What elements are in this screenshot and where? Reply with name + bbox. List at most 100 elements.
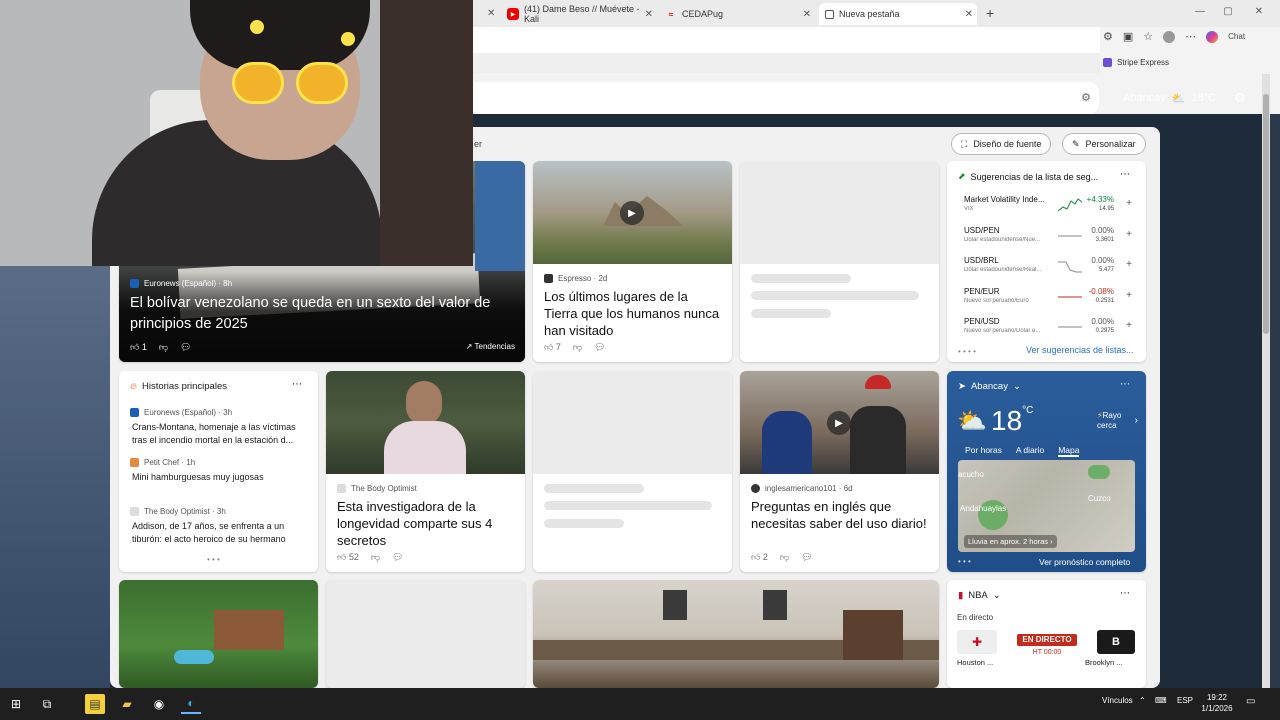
more-options-icon[interactable]: ⋯ bbox=[1120, 169, 1130, 180]
page-scrollbar[interactable] bbox=[1262, 74, 1270, 688]
play-icon[interactable]: ▶ bbox=[620, 201, 644, 225]
add-to-watchlist-icon[interactable]: + bbox=[1126, 229, 1132, 240]
comment-button[interactable]: 💬︎ bbox=[594, 342, 605, 353]
news-title[interactable]: Preguntas en inglés que necesitas saber … bbox=[751, 498, 929, 532]
add-to-watchlist-icon[interactable]: + bbox=[1126, 198, 1132, 209]
petitchef-logo bbox=[130, 458, 139, 467]
market-row[interactable]: USD/PEN Dólar estadounidense/Nue... 0.00% 3… bbox=[964, 226, 1134, 254]
market-row[interactable]: Market Volatility Inde... VIX +4.33% 14.95 + bbox=[964, 195, 1134, 223]
news-title[interactable]: Los últimos lugares de la Tierra que los… bbox=[544, 288, 722, 339]
chevron-up-icon[interactable]: ⌃ bbox=[1139, 696, 1146, 705]
dislike-button[interactable]: 👎︎ bbox=[780, 552, 789, 563]
more-icon[interactable]: ⋯ bbox=[1185, 30, 1196, 43]
feed-nav-link[interactable]: er bbox=[474, 139, 482, 149]
news-card-longevity[interactable]: The Body Optimist Esta investigadora de … bbox=[326, 371, 525, 572]
chat-label[interactable]: Chat bbox=[1228, 32, 1245, 41]
story-link[interactable]: Addison, de 17 años, se enfrenta a un ti… bbox=[132, 520, 310, 546]
notification-icon[interactable]: ▭ bbox=[1246, 696, 1255, 707]
carousel-dots[interactable]: • • • • bbox=[958, 347, 976, 356]
close-icon[interactable]: ✕ bbox=[803, 9, 811, 20]
rain-forecast[interactable]: Lluvia en aprox. 2 horas › bbox=[964, 535, 1057, 548]
add-to-watchlist-icon[interactable]: + bbox=[1126, 259, 1132, 270]
full-forecast-link[interactable]: Ver pronóstico completo bbox=[1039, 557, 1130, 567]
tab-cedapug[interactable]: ≈ CEDAPug ✕ bbox=[665, 3, 815, 25]
gear-icon[interactable]: ⚙ bbox=[1081, 91, 1091, 104]
nba-game[interactable]: ✚ B EN DIRECTO HT 00:00 Houston ... Broo… bbox=[957, 630, 1136, 670]
carousel-dots[interactable]: • • • bbox=[207, 555, 220, 564]
links-toolbar[interactable]: Vínculos bbox=[1102, 696, 1133, 705]
comment-button[interactable]: 💬︎ bbox=[392, 552, 403, 563]
like-button[interactable]: 👍︎ 1 bbox=[130, 342, 147, 353]
settings-gear-icon[interactable]: ⚙ bbox=[1234, 90, 1246, 106]
copilot-icon[interactable] bbox=[1206, 30, 1219, 43]
watchlist-suggestions-link[interactable]: Ver sugerencias de listas... bbox=[1026, 345, 1134, 355]
task-view-icon[interactable]: ⧉ bbox=[37, 694, 57, 714]
like-button[interactable]: 👍︎ 2 bbox=[751, 552, 768, 563]
market-row[interactable]: USD/BRL Dólar estadounidense/Real... 0.00%… bbox=[964, 256, 1134, 284]
language-indicator[interactable]: ESP bbox=[1177, 696, 1193, 705]
news-card-espresso[interactable]: ▶ Espresso · 2d Los últimos lugares de l… bbox=[533, 161, 732, 362]
weather-map[interactable]: acucho Andahuaylas Cuzco Lluvia en aprox… bbox=[958, 460, 1135, 552]
market-row[interactable]: PEN/EUR Nuevo sol peruano/Euro -0.08% 0.253… bbox=[964, 287, 1134, 315]
weather-header[interactable]: ➤ Abancay ⌄ bbox=[958, 381, 1021, 392]
keyboard-icon[interactable]: ⌨ bbox=[1155, 696, 1167, 705]
news-title[interactable]: Esta investigadora de la longevidad comp… bbox=[337, 498, 515, 549]
tab-daily[interactable]: A diario bbox=[1016, 445, 1044, 457]
edge-icon[interactable]: ◐ bbox=[181, 694, 201, 714]
news-title[interactable]: El bolívar venezolano se queda en un sex… bbox=[130, 293, 515, 335]
more-options-icon[interactable]: ⋯ bbox=[292, 379, 302, 390]
like-button[interactable]: 👍︎ 7 bbox=[544, 342, 561, 353]
close-icon[interactable]: ✕ bbox=[645, 9, 653, 20]
header-weather[interactable]: Abancay ⛅ 18°C ⚙ bbox=[1123, 90, 1246, 106]
address-bar[interactable] bbox=[473, 27, 1100, 53]
clock[interactable]: 19:22 1/1/2026 bbox=[1198, 692, 1236, 714]
personalize-button[interactable]: ✎ Personalizar bbox=[1062, 133, 1146, 155]
dislike-button[interactable]: 👎︎ bbox=[371, 552, 380, 563]
maximize-button[interactable]: ▢ bbox=[1221, 6, 1235, 17]
carousel-dots[interactable]: • • • bbox=[958, 557, 971, 566]
news-card-english[interactable]: ▶ inglesamericano101 · 6d Preguntas en i… bbox=[740, 371, 939, 572]
tab-new-tab[interactable]: Nueva pestaña ✕ bbox=[819, 3, 977, 25]
tab-map[interactable]: Mapa bbox=[1058, 445, 1080, 457]
more-options-icon[interactable]: ⋯ bbox=[1120, 588, 1130, 599]
dislike-button[interactable]: 👎︎ bbox=[573, 342, 582, 353]
font-design-button[interactable]: ⛶ Diseño de fuente bbox=[951, 133, 1052, 155]
favorites-icon[interactable]: ☆ bbox=[1143, 30, 1153, 43]
weather-alert[interactable]: ⚡Rayo cerca bbox=[1097, 411, 1131, 431]
scrollbar-thumb[interactable] bbox=[1263, 94, 1269, 334]
add-to-watchlist-icon[interactable]: + bbox=[1126, 320, 1132, 331]
file-explorer-icon[interactable]: ▰ bbox=[117, 694, 137, 714]
comment-button[interactable]: 💬︎ bbox=[180, 342, 191, 353]
new-tab-button[interactable]: + bbox=[986, 5, 994, 21]
favorite-stripe-express[interactable]: Stripe Express bbox=[1103, 58, 1169, 67]
sticky-notes-icon[interactable]: ▤ bbox=[85, 694, 105, 714]
market-row[interactable]: PEN/USD Nuevo sol peruano/Dólar e... 0.00%… bbox=[964, 317, 1134, 345]
comment-button[interactable]: 💬︎ bbox=[801, 552, 812, 563]
market-symbol: PEN/USD bbox=[964, 317, 1000, 326]
play-icon[interactable]: ▶ bbox=[827, 411, 851, 435]
dislike-button[interactable]: 👎︎ bbox=[159, 342, 168, 353]
minimize-button[interactable]: — bbox=[1193, 6, 1207, 17]
chevron-right-icon[interactable]: › bbox=[1135, 415, 1138, 426]
obs-icon[interactable]: ◉ bbox=[149, 694, 169, 714]
extensions-icon[interactable]: ⚙ bbox=[1103, 30, 1113, 43]
story-link[interactable]: Mini hamburguesas muy jugosas bbox=[132, 471, 310, 484]
pdf-icon[interactable]: ▣ bbox=[1123, 30, 1133, 43]
skeleton-line bbox=[751, 291, 919, 300]
tab-youtube[interactable]: ▶ (41) Dame Beso // Muévete - Kali ✕ bbox=[507, 3, 657, 25]
tab-hourly[interactable]: Por horas bbox=[965, 445, 1002, 457]
story-link[interactable]: Crans-Montana, homenaje a las víctimas t… bbox=[132, 421, 310, 447]
nba-header[interactable]: ▮ NBA ⌄ bbox=[958, 590, 1001, 601]
close-window-button[interactable]: ✕ bbox=[1252, 6, 1266, 17]
weather-widget[interactable]: ➤ Abancay ⌄ ⋯ ⛅ 18°C ⚡Rayo cerca › Por h… bbox=[947, 371, 1146, 572]
add-to-watchlist-icon[interactable]: + bbox=[1126, 290, 1132, 301]
close-icon[interactable]: ✕ bbox=[487, 8, 495, 19]
profile-icon[interactable] bbox=[1163, 30, 1176, 43]
news-card-villa[interactable] bbox=[119, 580, 318, 688]
like-button[interactable]: 👍︎ 52 bbox=[337, 552, 359, 563]
close-icon[interactable]: ✕ bbox=[965, 9, 973, 20]
start-icon[interactable]: ⊞ bbox=[6, 694, 26, 714]
more-options-icon[interactable]: ⋯ bbox=[1120, 379, 1130, 390]
news-card-building[interactable] bbox=[533, 580, 939, 688]
web-search-box[interactable]: ⚙ bbox=[473, 82, 1099, 114]
